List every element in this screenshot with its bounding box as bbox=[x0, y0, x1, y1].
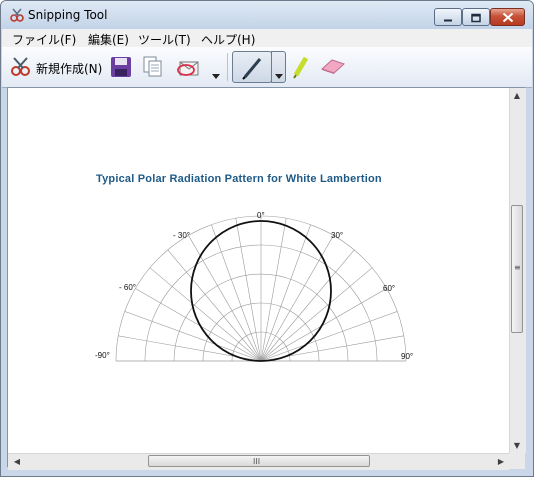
label-minus30deg: - 30° bbox=[173, 231, 190, 240]
menu-edit[interactable]: 編集(E) bbox=[88, 31, 129, 48]
menu-help[interactable]: ヘルプ(H) bbox=[201, 31, 255, 48]
pen-button[interactable] bbox=[232, 51, 272, 83]
label-90deg: 90° bbox=[401, 352, 413, 361]
toolbar: 新規作成(N) bbox=[2, 47, 532, 88]
highlighter-icon bbox=[292, 55, 310, 83]
horizontal-scroll-thumb[interactable]: III bbox=[148, 455, 370, 467]
label-30deg: 30° bbox=[331, 231, 343, 240]
horizontal-grip-icon: III bbox=[253, 457, 261, 466]
menu-file[interactable]: ファイル(F) bbox=[12, 31, 76, 48]
scroll-left-arrow-icon[interactable]: ◀ bbox=[9, 457, 25, 466]
email-envelope-icon bbox=[176, 56, 202, 82]
new-snip-button[interactable]: 新規作成(N) bbox=[8, 51, 104, 83]
toolbar-separator bbox=[227, 53, 228, 81]
polar-radiation-diagram: 0° 30° - 30° 60° - 60° 90° -90° bbox=[95, 211, 413, 362]
pen-icon bbox=[242, 56, 264, 84]
scissors-app-icon bbox=[9, 7, 25, 23]
label-0deg: 0° bbox=[257, 211, 265, 220]
vertical-grip-icon: ≡ bbox=[514, 263, 521, 272]
maximize-button[interactable] bbox=[462, 8, 490, 26]
eraser-button[interactable] bbox=[318, 51, 348, 83]
eraser-icon bbox=[320, 57, 346, 79]
minimize-button[interactable] bbox=[434, 8, 462, 26]
copy-button[interactable] bbox=[140, 51, 166, 83]
save-button[interactable] bbox=[108, 51, 134, 83]
label-minus90deg: -90° bbox=[95, 351, 110, 360]
snipping-tool-window: Snipping Tool ファイル(F) 編集(E) ツール(T) ヘルプ(H… bbox=[0, 0, 534, 477]
highlighter-button[interactable] bbox=[290, 51, 312, 83]
label-minus60deg: - 60° bbox=[119, 283, 136, 292]
new-snip-scissors-icon bbox=[10, 56, 32, 82]
save-icon bbox=[110, 56, 132, 82]
polar-grid bbox=[115, 215, 407, 362]
menu-tools[interactable]: ツール(T) bbox=[138, 31, 191, 48]
vertical-scroll-thumb[interactable]: ≡ bbox=[511, 205, 523, 333]
pen-dropdown-arrow-icon bbox=[275, 64, 283, 83]
new-snip-label: 新規作成(N) bbox=[36, 62, 103, 76]
maximize-icon bbox=[471, 8, 481, 27]
window-title: Snipping Tool bbox=[28, 8, 108, 22]
scroll-down-arrow-icon[interactable]: ▼ bbox=[509, 441, 525, 450]
minimize-icon bbox=[443, 8, 453, 27]
send-dropdown-arrow-icon[interactable] bbox=[212, 64, 220, 83]
title-bar: Snipping Tool bbox=[1, 1, 533, 29]
menu-bar: ファイル(F) 編集(E) ツール(T) ヘルプ(H) bbox=[2, 29, 532, 47]
send-snip-button[interactable] bbox=[174, 51, 220, 83]
copy-icon bbox=[142, 56, 164, 82]
scrollbar-corner bbox=[509, 453, 525, 469]
close-button[interactable] bbox=[490, 8, 525, 26]
label-60deg: 60° bbox=[383, 284, 395, 293]
close-icon bbox=[502, 8, 513, 27]
scroll-up-arrow-icon[interactable]: ▲ bbox=[509, 91, 525, 100]
pen-dropdown-button[interactable] bbox=[271, 51, 286, 83]
scroll-right-arrow-icon[interactable]: ▶ bbox=[493, 457, 509, 466]
image-title: Typical Polar Radiation Pattern for Whit… bbox=[96, 173, 382, 185]
